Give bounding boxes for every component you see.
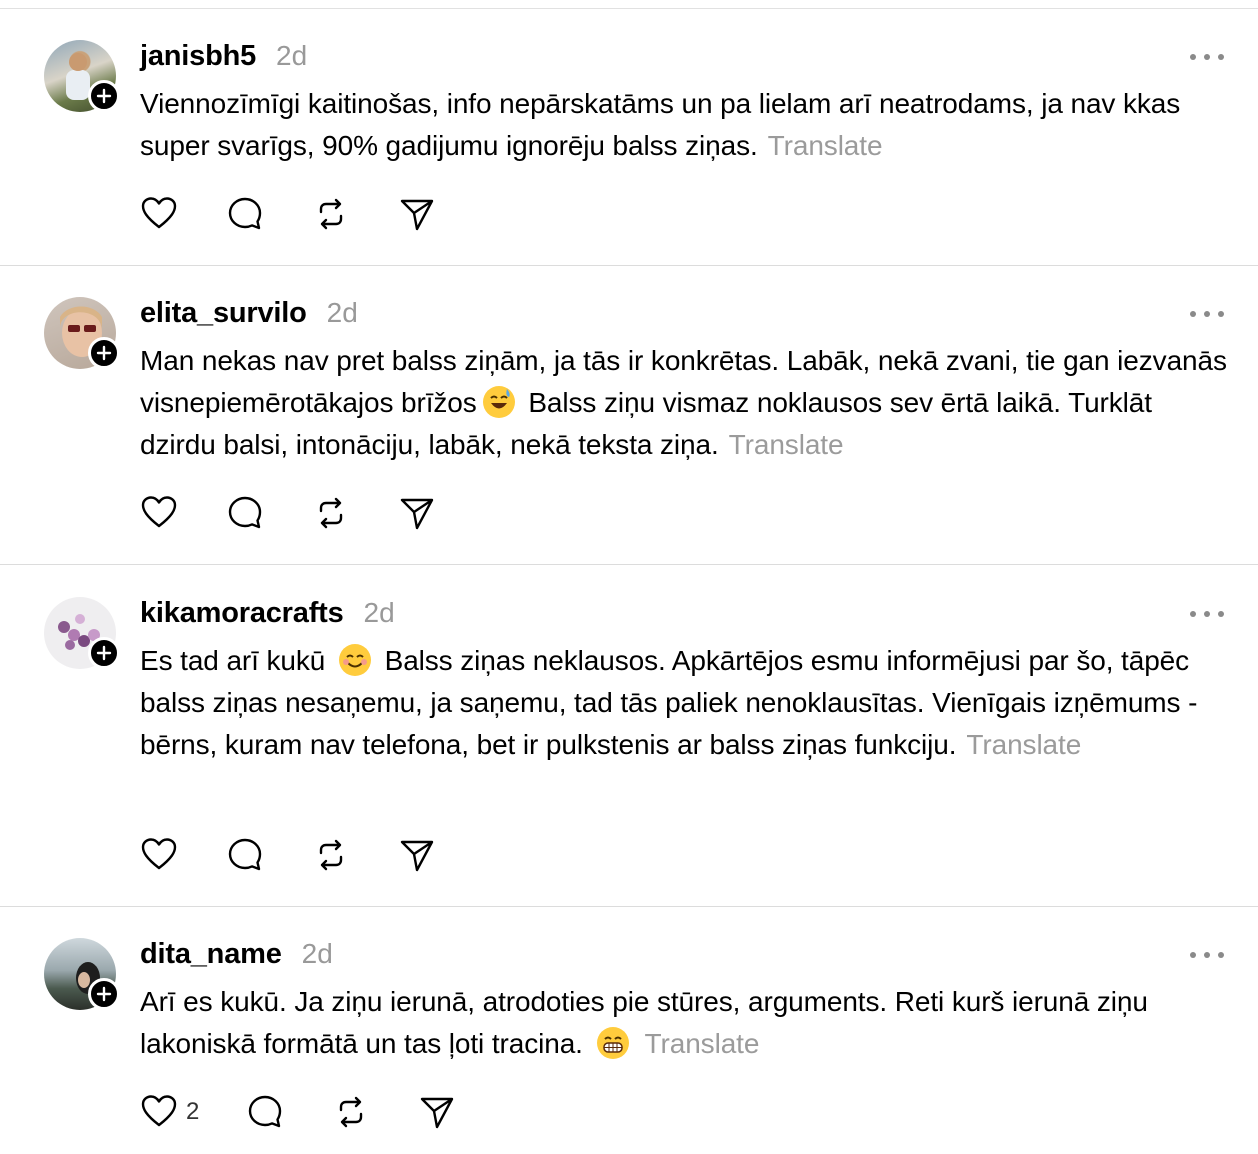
avatar[interactable] (44, 40, 120, 112)
repost-button[interactable] (312, 835, 398, 875)
send-icon (400, 498, 434, 530)
username[interactable]: janisbh5 (140, 40, 256, 73)
repost-icon (319, 839, 343, 871)
comment-icon (228, 838, 262, 871)
comment-icon (228, 496, 262, 529)
heart-icon (141, 1095, 177, 1127)
timestamp[interactable]: 2d (302, 938, 333, 970)
share-button[interactable] (398, 493, 484, 533)
post: kikamoracrafts 2d Es tad arī kukū Balss … (0, 597, 1258, 906)
timestamp[interactable]: 2d (364, 597, 395, 629)
follow-button[interactable] (88, 337, 120, 369)
translate-link[interactable]: Translate (645, 1028, 760, 1059)
follow-button[interactable] (88, 978, 120, 1010)
like-count: 2 (186, 1098, 200, 1125)
timestamp[interactable]: 2d (276, 40, 307, 72)
reply-button[interactable] (226, 835, 312, 875)
plus-icon (96, 345, 112, 361)
post-body: Viennozīmīgi kaitinošas, info nepārskatā… (140, 88, 1181, 161)
like-button[interactable]: 2 (140, 1092, 246, 1132)
repost-button[interactable] (312, 493, 398, 533)
avatar[interactable] (44, 597, 120, 669)
like-button[interactable] (140, 493, 226, 533)
post-text: Arī es kukū. Ja ziņu ierunā, atrodoties … (140, 981, 1230, 1065)
sweat-smile-emoji (482, 386, 515, 418)
heart-icon (141, 197, 177, 229)
translate-link[interactable]: Translate (729, 429, 844, 460)
more-icon[interactable] (1190, 50, 1224, 64)
post-body: Arī es kukū. Ja ziņu ierunā, atrodoties … (140, 986, 1148, 1059)
post-text: Man nekas nav pret balss ziņām, ja tās i… (140, 340, 1230, 466)
comment-icon (248, 1095, 282, 1128)
like-button[interactable] (140, 194, 226, 234)
plus-icon (96, 645, 112, 661)
avatar[interactable] (44, 938, 120, 1010)
follow-button[interactable] (88, 80, 120, 112)
avatar[interactable] (44, 297, 120, 369)
send-icon (400, 840, 434, 872)
post: dita_name 2d Arī es kukū. Ja ziņu ierunā… (0, 938, 1258, 1154)
translate-link[interactable]: Translate (966, 729, 1081, 760)
repost-icon (319, 497, 343, 529)
reply-button[interactable] (226, 493, 312, 533)
post: janisbh5 2d Viennozīmīgi kaitinošas, inf… (0, 40, 1258, 265)
send-icon (420, 1097, 454, 1129)
plus-icon (96, 88, 112, 104)
repost-icon (319, 198, 343, 230)
heart-icon (141, 838, 177, 870)
post: elita_survilo 2d Man nekas nav pret bals… (0, 297, 1258, 564)
plus-icon (96, 986, 112, 1002)
post-divider (0, 906, 1258, 907)
heart-icon (141, 496, 177, 528)
comment-icon (228, 197, 262, 230)
post-text: Viennozīmīgi kaitinošas, info nepārskatā… (140, 83, 1230, 167)
like-button[interactable] (140, 835, 226, 875)
share-button[interactable] (398, 835, 484, 875)
username[interactable]: elita_survilo (140, 297, 307, 330)
post-divider (0, 564, 1258, 565)
repost-button[interactable] (332, 1092, 418, 1132)
repost-button[interactable] (312, 194, 398, 234)
share-button[interactable] (398, 194, 484, 234)
grinning-emoji (596, 1027, 629, 1059)
repost-icon (339, 1096, 363, 1128)
send-icon (400, 199, 434, 231)
more-icon[interactable] (1190, 307, 1224, 321)
smiling-emoji (338, 644, 371, 676)
post-text: Es tad arī kukū Balss ziņas neklausos. A… (140, 640, 1200, 766)
follow-button[interactable] (88, 637, 120, 669)
more-icon[interactable] (1190, 948, 1224, 962)
username[interactable]: dita_name (140, 938, 282, 971)
post-divider (0, 265, 1258, 266)
post-body: Es tad arī kukū (140, 645, 333, 676)
top-divider (0, 8, 1258, 9)
reply-button[interactable] (226, 194, 312, 234)
share-button[interactable] (418, 1092, 504, 1132)
translate-link[interactable]: Translate (768, 130, 883, 161)
more-icon[interactable] (1190, 607, 1224, 621)
timestamp[interactable]: 2d (327, 297, 358, 329)
username[interactable]: kikamoracrafts (140, 597, 344, 630)
reply-button[interactable] (246, 1092, 332, 1132)
